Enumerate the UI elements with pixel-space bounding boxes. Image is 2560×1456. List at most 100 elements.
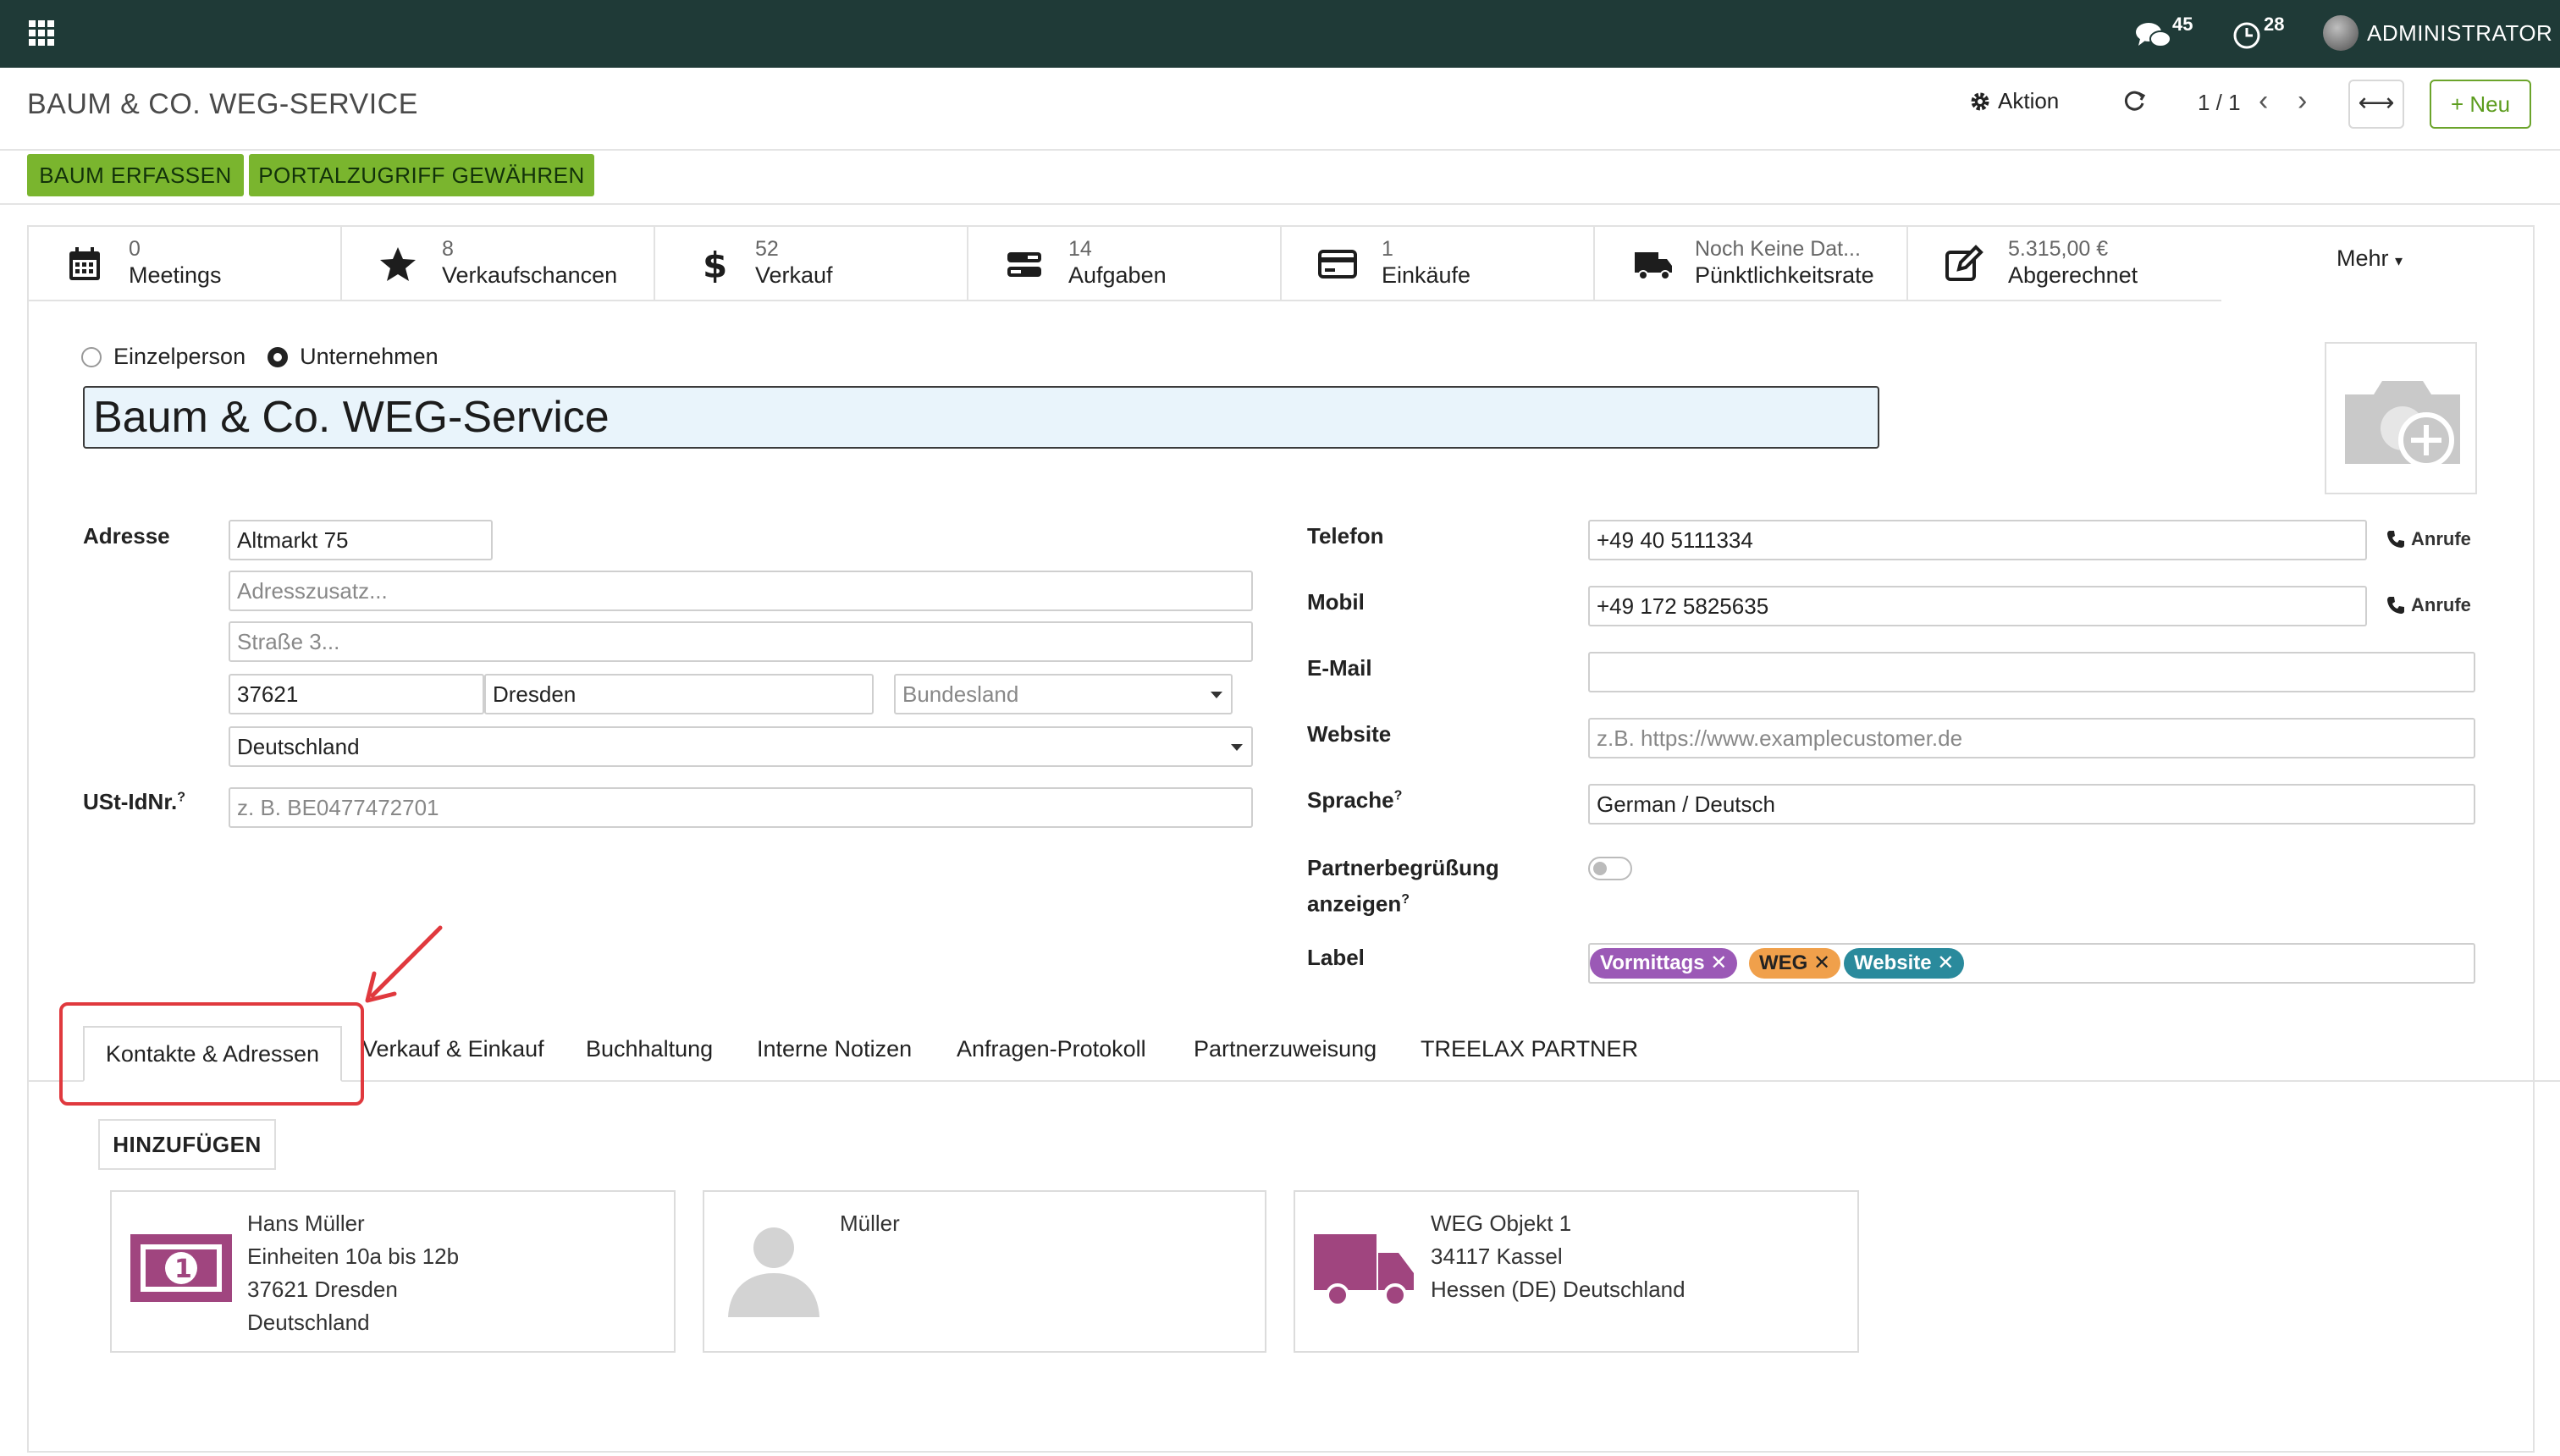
caret-down-icon: ▾ — [2395, 252, 2403, 269]
tag-remove-icon[interactable]: ✕ — [1937, 951, 1954, 974]
tab-accounting[interactable]: Buchhaltung — [586, 1036, 713, 1062]
tag-weg[interactable]: WEG ✕ — [1749, 948, 1841, 979]
tag-vormittags[interactable]: Vormittags ✕ — [1590, 948, 1738, 979]
action-menu-button[interactable]: Aktion — [1969, 88, 2059, 114]
calendar-icon — [69, 247, 100, 280]
more-label: Mehr — [2337, 245, 2389, 271]
new-record-label: Neu — [2469, 91, 2511, 117]
company-type-radio-group: Einzelperson Unternehmen — [81, 344, 439, 370]
caret-down-icon — [1211, 692, 1222, 698]
state-select[interactable]: Bundesland — [894, 674, 1233, 714]
tab-partner-assignment[interactable]: Partnerzuweisung — [1194, 1036, 1377, 1062]
zip-input[interactable]: 37621 — [229, 674, 484, 714]
contact-card-text: Müller — [840, 1207, 900, 1240]
tab-sales-purchase[interactable]: Verkauf & Einkauf — [362, 1036, 544, 1062]
gear-icon — [1971, 92, 1989, 110]
smart-button-meetings[interactable]: 0 Meetings — [29, 227, 342, 301]
tag-remove-icon[interactable]: ✕ — [1813, 951, 1830, 974]
contact-card[interactable]: 1 Hans Müller Einheiten 10a bis 12b 3762… — [110, 1190, 676, 1353]
apps-grid-icon[interactable] — [29, 20, 54, 46]
call-phone-button[interactable]: Anrufe — [2386, 528, 2471, 550]
truck-icon — [1314, 1234, 1414, 1307]
smart-button-label: Pünktlichkeitsrate — [1695, 262, 1874, 288]
vat-input[interactable]: z. B. BE0477472701 — [229, 787, 1253, 828]
phone-input[interactable]: +49 40 5111334 — [1588, 520, 2367, 560]
smart-button-tasks[interactable]: 14 Aufgaben — [968, 227, 1282, 301]
messages-button[interactable]: 45 — [2135, 14, 2194, 51]
chevron-left-icon[interactable]: ‹ — [2259, 85, 2268, 118]
tags-label: Label — [1307, 945, 1365, 970]
smart-button-sales[interactable]: $ 52 Verkauf — [655, 227, 968, 301]
partner-greeting-label: Partnerbegrüßung anzeigen? — [1307, 852, 1499, 920]
website-input[interactable]: z.B. https://www.examplecustomer.de — [1588, 718, 2475, 758]
street2-input[interactable]: Adresszusatz... — [229, 571, 1253, 611]
contact-name: Hans Müller — [247, 1211, 365, 1236]
partner-image-upload[interactable] — [2325, 342, 2477, 494]
messages-count-badge: 45 — [2172, 14, 2193, 35]
help-tooltip-icon[interactable]: ? — [1394, 788, 1403, 802]
radio-company-label[interactable]: Unternehmen — [300, 344, 439, 370]
smart-button-purchases[interactable]: 1 Einkäufe — [1282, 227, 1595, 301]
radio-individual[interactable] — [81, 346, 102, 367]
top-navbar: 45 28 ADMINISTRATOR — [0, 0, 2560, 68]
smart-button-opportunities[interactable]: 8 Verkaufschancen — [342, 227, 655, 301]
contact-address-line: Hessen (DE) Deutschland — [1431, 1277, 1686, 1302]
radio-company[interactable] — [268, 346, 289, 367]
call-mobile-button[interactable]: Anrufe — [2386, 594, 2471, 616]
phone-icon — [2387, 531, 2404, 548]
user-avatar[interactable] — [2323, 15, 2359, 51]
tag-website[interactable]: Website ✕ — [1844, 948, 1965, 979]
smart-button-on-time-rate[interactable]: Noch Keine Dat... Pünktlichkeitsrate — [1595, 227, 1908, 301]
contact-card[interactable]: Müller — [703, 1190, 1266, 1353]
contact-card[interactable]: WEG Objekt 1 34117 Kassel Hessen (DE) De… — [1294, 1190, 1859, 1353]
smart-button-value: 14 — [1068, 237, 1092, 261]
partner-name-input[interactable]: Baum & Co. WEG-Service — [83, 386, 1879, 449]
smart-button-invoiced[interactable]: 5.315,00 € Abgerechnet — [1908, 227, 2221, 301]
phone-label: Telefon — [1307, 523, 1384, 549]
truck-icon — [1635, 252, 1672, 280]
portal-access-button[interactable]: PORTALZUGRIFF GEWÄHREN — [249, 154, 594, 196]
pager-value[interactable]: 1 / 1 — [2198, 90, 2241, 116]
tasks-icon — [1007, 252, 1041, 277]
refresh-icon[interactable] — [2121, 88, 2147, 120]
smart-buttons-row: 0 Meetings 8 Verkaufschancen $ 52 Verkau… — [29, 227, 2221, 301]
tag-label: WEG — [1759, 951, 1808, 974]
tab-request-log[interactable]: Anfragen-Protokoll — [957, 1036, 1146, 1062]
street3-input[interactable]: Straße 3... — [229, 621, 1253, 662]
new-record-button[interactable]: + Neu — [2430, 80, 2531, 129]
tag-remove-icon[interactable]: ✕ — [1710, 951, 1727, 974]
tab-internal-notes[interactable]: Interne Notizen — [757, 1036, 912, 1062]
contact-card-text: WEG Objekt 1 34117 Kassel Hessen (DE) De… — [1431, 1207, 1686, 1306]
add-contact-button[interactable]: HINZUFÜGEN — [98, 1119, 276, 1170]
email-input[interactable] — [1588, 652, 2475, 692]
street-input[interactable]: Altmarkt 75 — [229, 520, 493, 560]
country-select-value: Deutschland — [237, 734, 360, 759]
help-tooltip-icon[interactable]: ? — [1401, 892, 1410, 907]
mobile-label: Mobil — [1307, 589, 1365, 615]
mobile-input[interactable]: +49 172 5825635 — [1588, 586, 2367, 626]
smart-button-label: Verkaufschancen — [442, 262, 618, 288]
radio-individual-label[interactable]: Einzelperson — [113, 344, 246, 370]
chevron-right-icon[interactable]: › — [2298, 85, 2307, 118]
help-tooltip-icon[interactable]: ? — [177, 790, 185, 804]
expand-width-button[interactable]: ⟷ — [2348, 80, 2404, 129]
smart-button-value: 0 — [129, 237, 141, 261]
user-menu-name[interactable]: ADMINISTRATOR — [2367, 20, 2552, 47]
vat-label-text: USt-IdNr. — [83, 789, 178, 814]
smart-button-label: Abgerechnet — [2008, 262, 2138, 288]
tree-capture-button[interactable]: BAUM ERFASSEN — [27, 154, 244, 196]
more-smart-buttons-dropdown[interactable]: Mehr ▾ — [2337, 245, 2403, 272]
activities-button[interactable]: 28 — [2232, 14, 2291, 51]
city-input[interactable]: Dresden — [484, 674, 874, 714]
language-label-text: Sprache — [1307, 787, 1394, 813]
money-bill-icon: 1 — [130, 1234, 232, 1302]
country-select[interactable]: Deutschland — [229, 726, 1253, 767]
call-label: Anrufe — [2411, 528, 2471, 549]
contact-name: Müller — [840, 1211, 900, 1236]
camera-add-icon — [2345, 381, 2460, 468]
annotation-highlight-box — [59, 1002, 364, 1106]
smart-button-value: Noch Keine Dat... — [1695, 237, 1861, 261]
tab-treelax-partner[interactable]: TREELAX PARTNER — [1421, 1036, 1638, 1062]
language-select[interactable]: German / Deutsch — [1588, 784, 2475, 825]
partner-greeting-toggle[interactable] — [1588, 857, 1632, 880]
